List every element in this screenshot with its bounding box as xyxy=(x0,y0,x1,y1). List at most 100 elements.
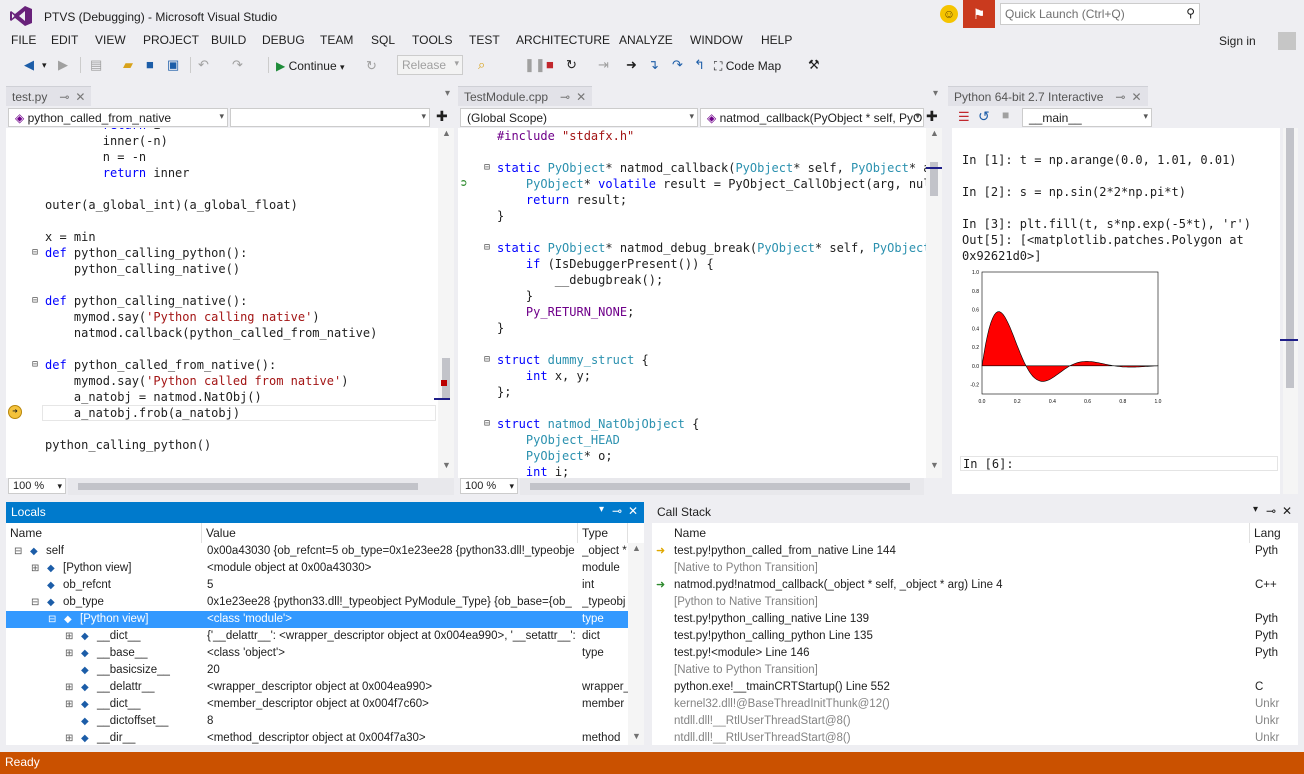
callstack-row[interactable]: [Native to Python Transition] xyxy=(652,662,1298,679)
chevron-down-icon[interactable]: ▾ xyxy=(933,88,938,99)
menu-team[interactable]: TEAM xyxy=(320,33,353,47)
menu-help[interactable]: HELP xyxy=(761,33,792,47)
vertical-scrollbar[interactable]: ▲ ▼ xyxy=(438,128,454,478)
find-in-files-icon[interactable]: ⌕ xyxy=(478,56,485,74)
column-header-name[interactable]: Name xyxy=(6,523,202,543)
undo-icon[interactable]: ↶ xyxy=(198,56,209,74)
callstack-row[interactable]: [Python to Native Transition] xyxy=(652,594,1298,611)
scroll-up-icon[interactable]: ▲ xyxy=(632,543,641,553)
menu-file[interactable]: FILE xyxy=(11,33,36,47)
show-next-statement-icon[interactable]: ⇥ xyxy=(598,56,609,74)
sign-in-link[interactable]: Sign in xyxy=(1219,34,1256,48)
expand-toggle-icon[interactable]: ⊞ xyxy=(65,730,73,745)
scope-dropdown[interactable]: (Global Scope) ▾ xyxy=(460,108,698,127)
vertical-scrollbar[interactable] xyxy=(1283,128,1298,494)
expand-toggle-icon[interactable]: ⊟ xyxy=(14,543,22,560)
callstack-row[interactable]: ➜ natmod.pyd!natmod_callback(_object * se… xyxy=(652,577,1298,594)
menu-debug[interactable]: DEBUG xyxy=(262,33,305,47)
module-scope-dropdown[interactable]: __main__ ▾ xyxy=(1022,108,1152,127)
close-icon[interactable]: ✕ xyxy=(1282,504,1292,518)
scroll-down-icon[interactable]: ▼ xyxy=(632,731,641,741)
interrupt-icon[interactable]: ↺ xyxy=(978,108,990,125)
feedback-smiley-icon[interactable]: ☺ xyxy=(940,5,958,23)
scope-dropdown[interactable]: ▾ xyxy=(230,108,430,127)
locals-row[interactable]: ⊞ ◆ __base__ <class 'object'> type xyxy=(6,645,628,662)
column-header-lang[interactable]: Lang xyxy=(1250,523,1298,543)
menu-view[interactable]: VIEW xyxy=(95,33,126,47)
menu-test[interactable]: TEST xyxy=(469,33,500,47)
expand-toggle-icon[interactable]: ⊞ xyxy=(31,560,39,577)
tab-python-interactive[interactable]: Python 64-bit 2.7 Interactive ⊸ ✕ xyxy=(948,86,1148,106)
pin-icon[interactable]: ⊸ xyxy=(59,90,69,104)
chevron-down-icon[interactable]: ▾ xyxy=(599,504,604,515)
pin-icon[interactable]: ⊸ xyxy=(560,90,570,104)
step-into-icon[interactable]: ↴ xyxy=(648,56,659,74)
code-map-button[interactable]: ⛶ Code Map xyxy=(714,57,781,75)
close-icon[interactable]: ✕ xyxy=(576,90,586,104)
close-icon[interactable]: ✕ xyxy=(628,504,638,518)
split-icon[interactable]: ✚ xyxy=(436,108,448,125)
reset-icon[interactable]: ☰ xyxy=(958,109,970,125)
locals-row[interactable]: ⊟ ◆ [Python view] <class 'module'> type xyxy=(6,611,628,628)
pause-icon[interactable]: ❚❚ xyxy=(524,56,546,74)
callstack-row[interactable]: test.py!python_calling_python Line 135 Py… xyxy=(652,628,1298,645)
locals-row[interactable]: ⊞ ◆ __dir__ <method_descriptor object at 0x… xyxy=(6,730,628,745)
menu-build[interactable]: BUILD xyxy=(211,33,246,47)
save-icon[interactable]: ■ xyxy=(146,56,154,74)
scroll-thumb[interactable] xyxy=(1286,128,1294,388)
locals-row[interactable]: ◆ ob_refcnt 5 int xyxy=(6,577,628,594)
scroll-thumb[interactable] xyxy=(78,483,418,490)
column-header-name[interactable]: Name xyxy=(670,523,1250,543)
callstack-row[interactable]: test.py!python_calling_native Line 139 Py… xyxy=(652,611,1298,628)
stop-icon[interactable]: ■ xyxy=(1002,108,1009,122)
restart-icon[interactable]: ↻ xyxy=(366,57,377,75)
repl-input[interactable]: In [6]: xyxy=(960,456,1278,471)
close-icon[interactable]: ✕ xyxy=(75,90,85,104)
vertical-scrollbar[interactable]: ▲ ▼ xyxy=(926,128,942,478)
pin-icon[interactable]: ⊸ xyxy=(1266,504,1276,518)
callstack-row[interactable]: kernel32.dll!@BaseThreadInitThunk@12() Un… xyxy=(652,696,1298,713)
zoom-dropdown[interactable]: 100 % ▾ xyxy=(8,478,66,494)
expand-toggle-icon[interactable]: ⊟ xyxy=(48,611,56,628)
pin-icon[interactable]: ⊸ xyxy=(612,504,622,518)
vertical-scrollbar[interactable]: ▲ ▼ xyxy=(628,543,644,745)
back-icon[interactable]: ◀ xyxy=(24,56,34,74)
quick-launch-input[interactable]: Quick Launch (Ctrl+Q) ⚲ xyxy=(1000,3,1200,25)
menu-edit[interactable]: EDIT xyxy=(51,33,78,47)
avatar[interactable] xyxy=(1278,32,1296,50)
locals-row[interactable]: ◆ __basicsize__ 20 xyxy=(6,662,628,679)
locals-row[interactable]: ◆ __dictoffset__ 8 xyxy=(6,713,628,730)
tab-test-py[interactable]: test.py ⊸ ✕ xyxy=(6,86,92,106)
chevron-down-icon[interactable]: ▾ xyxy=(1253,504,1258,515)
function-dropdown[interactable]: ◈ natmod_callback(PyObject * self, PyOb ▾ xyxy=(700,108,924,127)
menu-sql[interactable]: SQL xyxy=(371,33,395,47)
horizontal-scrollbar[interactable] xyxy=(520,478,924,495)
save-all-icon[interactable]: ▣ xyxy=(167,56,179,74)
back-dropdown-icon[interactable]: ▾ xyxy=(42,56,47,74)
pin-icon[interactable]: ⊸ xyxy=(1115,90,1125,104)
expand-toggle-icon[interactable]: ⊞ xyxy=(65,645,73,662)
redo-icon[interactable]: ↷ xyxy=(232,56,243,74)
callstack-row[interactable]: ➜ test.py!python_called_from_native Line … xyxy=(652,543,1298,560)
menu-architecture[interactable]: ARCHITECTURE xyxy=(516,33,610,47)
expand-toggle-icon[interactable]: ⊟ xyxy=(31,594,39,611)
restart-debug-icon[interactable]: ↻ xyxy=(566,56,577,74)
callstack-row[interactable]: [Native to Python Transition] xyxy=(652,560,1298,577)
scroll-thumb[interactable] xyxy=(530,483,910,490)
collapse-toggle-icon[interactable]: ⊟ xyxy=(484,162,490,173)
menu-project[interactable]: PROJECT xyxy=(143,33,199,47)
interactive-output[interactable]: In [1]: t = np.arange(0.0, 1.01, 0.01) In… xyxy=(952,128,1280,494)
chevron-down-icon[interactable]: ▾ xyxy=(445,88,450,99)
menu-tools[interactable]: TOOLS xyxy=(412,33,452,47)
locals-row[interactable]: ⊟ ◆ ob_type 0x1e23ee28 {python33.dll!_typeo… xyxy=(6,594,628,611)
split-icon[interactable]: ✚ xyxy=(926,108,938,125)
expand-toggle-icon[interactable]: ⊞ xyxy=(65,696,73,713)
configuration-dropdown[interactable]: Release ▾ xyxy=(397,55,463,75)
new-project-icon[interactable]: ▤ xyxy=(90,56,102,74)
collapse-toggle-icon[interactable]: ⊟ xyxy=(484,242,490,253)
column-header-type[interactable]: Type xyxy=(578,523,628,543)
locals-row[interactable]: ⊞ ◆ __delattr__ <wrapper_descriptor object … xyxy=(6,679,628,696)
editor2-code-area[interactable]: #include "stdafx.h" static PyObject* natm… xyxy=(458,128,942,478)
horizontal-scrollbar[interactable] xyxy=(68,478,454,495)
debug-tools-icon[interactable]: ⚒ xyxy=(808,56,820,74)
